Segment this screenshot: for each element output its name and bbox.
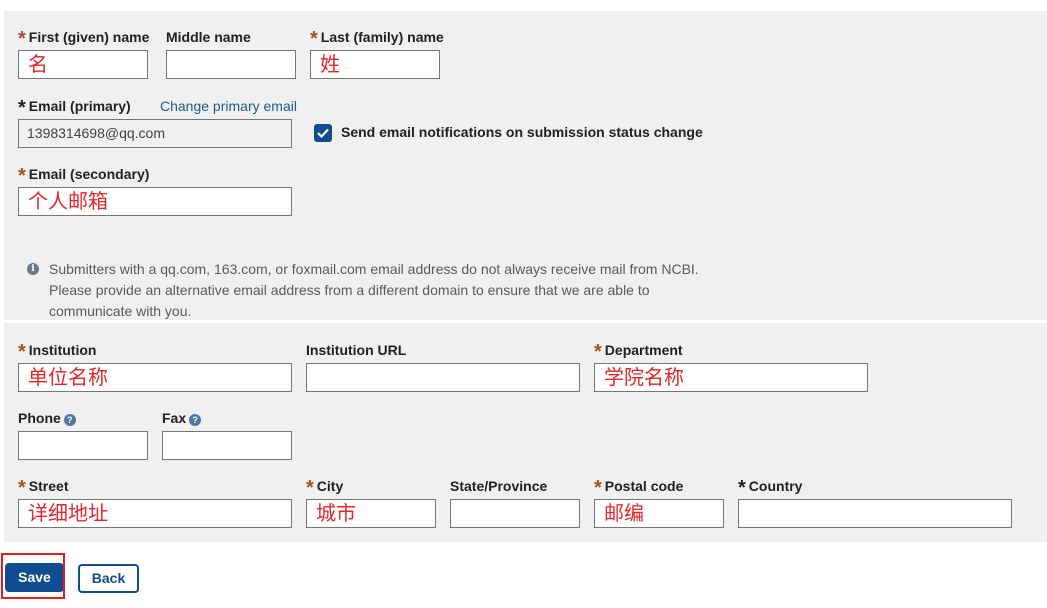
city-label: * City: [306, 477, 344, 499]
first-name-input[interactable]: 名: [18, 50, 148, 79]
required-star-icon: *: [18, 477, 26, 499]
institution-url-label: Institution URL: [306, 342, 407, 358]
checkmark-icon: [317, 128, 329, 138]
email-secondary-label: * Email (secondary): [18, 165, 150, 187]
postal-code-input[interactable]: 邮编: [594, 499, 724, 528]
middle-name-label: Middle name: [166, 29, 251, 45]
required-star-icon: *: [18, 165, 26, 187]
required-star-icon: *: [594, 477, 602, 499]
institution-url-input[interactable]: [306, 363, 580, 392]
postal-code-label: * Postal code: [594, 477, 684, 499]
required-star-icon: *: [18, 341, 26, 363]
email-primary-field: 1398314698@qq.com: [18, 119, 292, 148]
change-primary-email-link[interactable]: Change primary email: [160, 98, 297, 115]
last-name-label: * Last (family) name: [310, 28, 444, 50]
street-input[interactable]: 详细地址: [18, 499, 292, 528]
institution-input[interactable]: 单位名称: [18, 363, 292, 392]
help-icon[interactable]: ?: [63, 414, 76, 426]
state-label: State/Province: [450, 478, 548, 494]
required-star-icon: *: [594, 341, 602, 363]
back-button[interactable]: Back: [78, 564, 139, 593]
notify-checkbox[interactable]: [314, 124, 332, 142]
city-input[interactable]: 城市: [306, 499, 436, 528]
country-label: * Country: [738, 477, 803, 499]
email-primary-label: * Email (primary): [18, 97, 131, 119]
help-icon[interactable]: ?: [189, 414, 202, 426]
annotation-highlight-box: [1, 553, 65, 599]
state-input[interactable]: [450, 499, 580, 528]
street-label: * Street: [18, 477, 69, 499]
country-input[interactable]: [738, 499, 1012, 528]
department-input[interactable]: 学院名称: [594, 363, 868, 392]
phone-label: Phone?: [18, 410, 76, 427]
fax-input[interactable]: [162, 431, 292, 460]
required-star-icon: *: [306, 477, 314, 499]
department-label: * Department: [594, 341, 683, 363]
middle-name-input[interactable]: [166, 50, 296, 79]
required-star-icon: *: [18, 97, 26, 119]
required-star-icon: *: [738, 477, 746, 499]
email-domain-notice: Submitters with a qq.com, 163.com, or fo…: [49, 261, 699, 319]
fax-label: Fax?: [162, 410, 202, 427]
institution-label: * Institution: [18, 341, 97, 363]
last-name-input[interactable]: 姓: [310, 50, 440, 79]
phone-input[interactable]: [18, 431, 148, 460]
email-secondary-input[interactable]: 个人邮箱: [18, 187, 292, 216]
first-name-label: * First (given) name: [18, 28, 150, 50]
required-star-icon: *: [18, 28, 26, 50]
notify-label: Send email notifications on submission s…: [341, 124, 703, 140]
required-star-icon: *: [310, 28, 318, 50]
info-icon: i: [27, 263, 39, 275]
